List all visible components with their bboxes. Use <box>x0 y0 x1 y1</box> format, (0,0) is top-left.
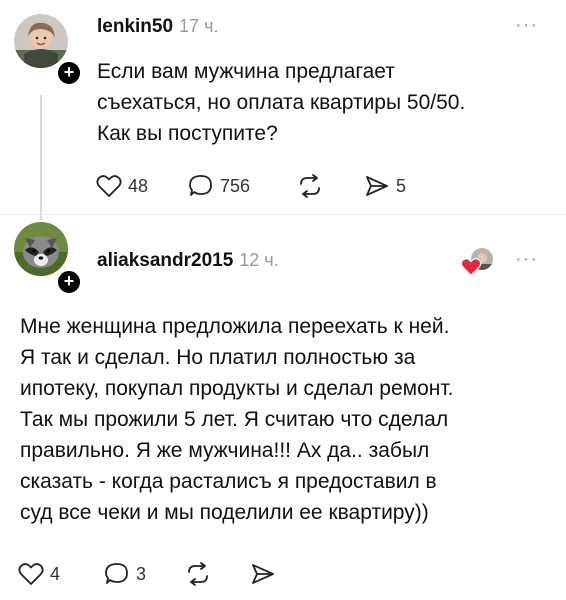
post-username[interactable]: lenkin50 <box>97 16 173 37</box>
post-like-count: 48 <box>128 175 149 196</box>
reply-text-line: ипотеку, покупал продукты и сделал ремон… <box>20 377 454 400</box>
reply-text: Мне женщина предложила переехать к ней. … <box>20 311 454 528</box>
thread-line <box>40 95 42 220</box>
post-comment-button[interactable]: 756 <box>188 174 250 198</box>
reply-comment-count: 3 <box>136 563 147 584</box>
avatar-lenkin50[interactable] <box>14 14 68 68</box>
reply-text-line: Мне женщина предложила переехать к ней. <box>20 315 450 338</box>
post-comment-count: 756 <box>220 175 251 196</box>
post-text-line: Если вам мужчина предлагает <box>97 60 395 83</box>
follow-plus-icon[interactable]: + <box>56 60 82 86</box>
post-time: 17 ч. <box>179 16 219 36</box>
reply-text-line: Я так и сделал. Но платил полностью за <box>20 346 416 369</box>
heart-icon <box>18 563 44 585</box>
reply-username[interactable]: aliaksandr2015 <box>97 250 233 271</box>
reply-text-line: правильно. Я же мужчина!!! Ах да.. забыл <box>20 439 430 462</box>
author-liked-indicator <box>460 245 500 279</box>
reply-text-line: суд все чеки и мы поделили ее квартиру)) <box>20 501 429 524</box>
send-icon <box>366 176 388 196</box>
reply-like-button[interactable]: 4 <box>18 562 60 586</box>
avatar-aliaksandr2015[interactable] <box>14 222 68 276</box>
reply-text-line: Так мы прожили 5 лет. Я считаю что сдела… <box>20 408 449 431</box>
more-options-icon[interactable]: ··· <box>515 248 538 271</box>
post-like-button[interactable]: 48 <box>96 174 148 198</box>
comment-icon <box>189 175 212 196</box>
post-text: Если вам мужчина предлагает съехаться, н… <box>97 56 465 149</box>
reply-comment-button[interactable]: 3 <box>104 562 146 586</box>
reply-like-count: 4 <box>50 563 61 584</box>
repost-icon <box>300 174 320 198</box>
post-repost-button[interactable] <box>296 174 324 198</box>
heart-filled-icon <box>460 258 482 277</box>
post-share-button[interactable]: 5 <box>364 174 406 198</box>
post-text-line: Как вы поступите? <box>97 122 278 145</box>
reply-text-line: сказать - когда расталисъ я предоставил … <box>20 470 437 493</box>
repost-icon <box>188 562 208 586</box>
reply-repost-button[interactable] <box>184 562 212 586</box>
more-options-icon[interactable]: ··· <box>515 14 538 37</box>
reply-time: 12 ч. <box>239 250 279 270</box>
comment-icon <box>105 563 128 584</box>
divider <box>0 214 566 215</box>
heart-icon <box>96 175 122 197</box>
reply-header: aliaksandr2015 12 ч. <box>97 250 279 272</box>
post-text-line: съехаться, но оплата квартиры 50/50. <box>97 91 466 114</box>
reply-share-button[interactable] <box>250 562 276 586</box>
send-icon <box>252 564 274 584</box>
post-share-count: 5 <box>396 175 407 196</box>
post-header: lenkin50 17 ч. <box>97 16 218 38</box>
follow-plus-icon[interactable]: + <box>56 269 82 295</box>
